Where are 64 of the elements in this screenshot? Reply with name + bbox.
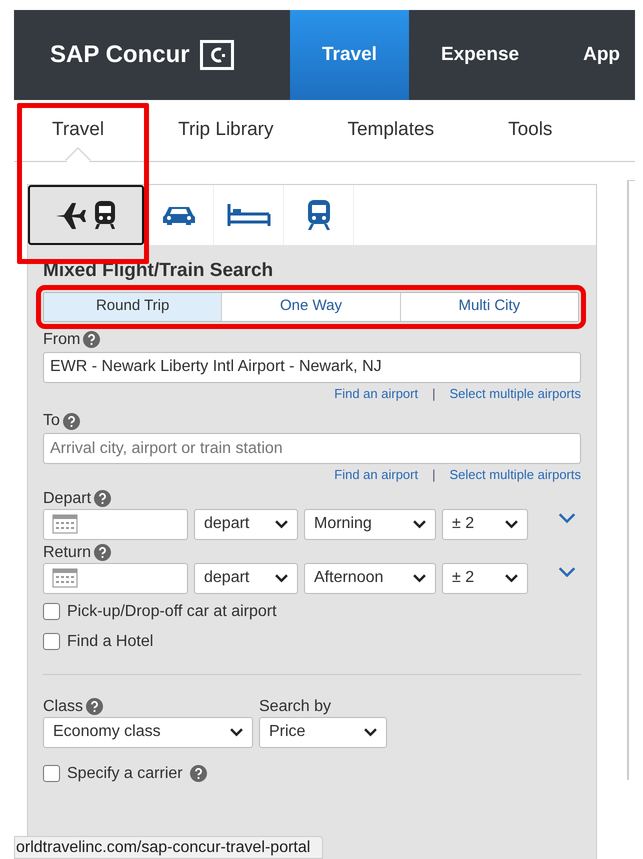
checkbox[interactable] — [43, 765, 60, 782]
mode-select[interactable]: depart — [194, 508, 298, 540]
field-label: Class — [43, 696, 84, 716]
expand-icon — [558, 512, 576, 524]
chevron-down-icon — [413, 520, 426, 528]
bed-icon — [226, 202, 270, 228]
car-icon — [162, 204, 196, 226]
trip-type-tab[interactable]: Round Trip — [44, 292, 222, 320]
mode-tab[interactable] — [28, 185, 144, 245]
link-separator: | — [432, 384, 436, 403]
class-select[interactable]: Economy class — [43, 716, 253, 748]
nav-tab[interactable]: Expense — [408, 10, 552, 100]
help-icon — [62, 412, 80, 430]
search-by-select[interactable]: Price — [259, 716, 387, 748]
checkbox-label: Find a Hotel — [67, 632, 154, 652]
link[interactable]: Select multiple airports — [450, 384, 581, 403]
calendar-icon — [52, 568, 78, 588]
chevron-down-icon — [275, 574, 288, 582]
link[interactable]: Find an airport — [334, 384, 418, 403]
chevron-down-icon — [275, 520, 288, 528]
logo-text: SAP Concur — [50, 40, 190, 70]
range-select[interactable]: ± 2 — [442, 508, 528, 540]
range-select[interactable]: ± 2 — [442, 562, 528, 594]
location-field[interactable]: Arrival city, airport or train station — [43, 433, 581, 464]
chevron-down-icon — [413, 574, 426, 582]
time-select[interactable]: Afternoon — [304, 562, 436, 594]
checkbox-label: Pick-up/Drop-off car at airport — [67, 602, 277, 622]
nav-tab[interactable]: Travel — [290, 10, 409, 100]
field-label: Return — [43, 542, 92, 562]
checkbox-label: Specify a carrier — [67, 764, 183, 784]
chevron-down-icon — [364, 728, 377, 736]
checkbox[interactable] — [43, 603, 60, 620]
date-field[interactable] — [43, 508, 188, 540]
date-field[interactable] — [43, 562, 188, 594]
help-icon — [94, 544, 112, 561]
status-url: orldtravelinc.com/sap-concur-travel-portal — [14, 836, 324, 859]
nav-tab[interactable]: App — [551, 10, 635, 100]
logo-icon — [200, 40, 234, 70]
help-icon — [94, 490, 112, 507]
chevron-down-icon — [505, 520, 518, 528]
link[interactable]: Select multiple airports — [450, 465, 581, 484]
sub-tab[interactable]: Trip Library — [141, 100, 310, 161]
sub-tab[interactable]: Tools — [471, 100, 590, 161]
calendar-icon — [52, 514, 78, 534]
time-select[interactable]: Morning — [304, 508, 436, 540]
field-label: From — [43, 330, 80, 350]
help-icon — [86, 698, 104, 715]
expand-icon — [558, 566, 576, 578]
checkbox[interactable] — [43, 633, 60, 650]
chevron-down-icon — [230, 728, 243, 736]
field-label: Depart — [43, 488, 92, 508]
mode-select[interactable]: depart — [194, 562, 298, 594]
link[interactable]: Find an airport — [334, 465, 418, 484]
field-label: To — [43, 411, 60, 431]
train-icon — [306, 200, 330, 230]
form-title: Mixed Flight/Train Search — [43, 259, 274, 283]
sub-tab[interactable]: Templates — [310, 100, 472, 161]
help-icon — [83, 331, 100, 348]
sub-tab[interactable]: Travel — [14, 100, 142, 161]
chevron-down-icon — [505, 574, 518, 582]
help-icon — [190, 765, 207, 782]
location-field[interactable]: EWR - Newark Liberty Intl Airport - Newark, NJ — [43, 352, 581, 382]
field-label: Search by — [259, 696, 332, 716]
link-separator: | — [432, 466, 436, 484]
